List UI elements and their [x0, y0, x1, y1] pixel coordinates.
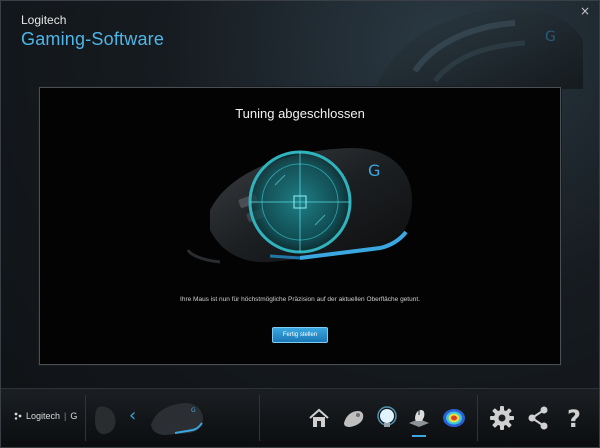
logo-g: G [70, 411, 78, 421]
brand: Logitech Gaming-Software [21, 13, 164, 50]
svg-text:?: ? [567, 405, 581, 431]
pointer-settings-icon[interactable] [340, 405, 366, 431]
app-window: × Logitech Gaming-Software G Tuning abge… [0, 0, 600, 448]
previous-device-mouse-icon[interactable] [91, 403, 119, 437]
bottom-toolbar: Logitech | G ‹ G ? [1, 388, 599, 447]
panel-title: Tuning abgeschlossen [235, 106, 365, 121]
logitech-logo: Logitech | G [13, 411, 77, 421]
tuning-message: Ihre Maus ist nun für höchstmögliche Prä… [180, 296, 420, 303]
active-tab-indicator [412, 435, 426, 437]
brand-company: Logitech [21, 13, 67, 27]
share-icon[interactable] [525, 405, 551, 431]
svg-text:G: G [191, 407, 196, 414]
back-arrow-icon[interactable]: ‹ [129, 405, 136, 426]
current-device-mouse-icon[interactable]: G [147, 399, 205, 437]
background-mouse-image: G [375, 8, 583, 90]
svg-text:G: G [545, 29, 556, 45]
tuning-panel: Tuning abgeschlossen G Ihre Maus ist nun… [39, 87, 561, 365]
logo-text: Logitech [26, 411, 61, 421]
toolbar-divider [259, 395, 260, 441]
logitech-mark-icon [14, 412, 22, 420]
home-icon[interactable] [306, 405, 332, 431]
surface-tuning-icon[interactable] [406, 405, 432, 431]
help-icon[interactable]: ? [561, 405, 587, 431]
brand-product: Gaming-Software [21, 29, 165, 49]
mouse-tuning-image: G [186, 147, 412, 264]
finish-button[interactable]: Fertig stellen [272, 327, 328, 343]
logo-separator: | [64, 411, 67, 421]
svg-text:G: G [368, 161, 380, 180]
toolbar-divider [85, 395, 86, 441]
lighting-icon[interactable] [374, 405, 400, 431]
toolbar-divider [477, 395, 478, 441]
heatmap-icon[interactable] [441, 405, 467, 431]
gear-icon[interactable] [489, 405, 515, 431]
